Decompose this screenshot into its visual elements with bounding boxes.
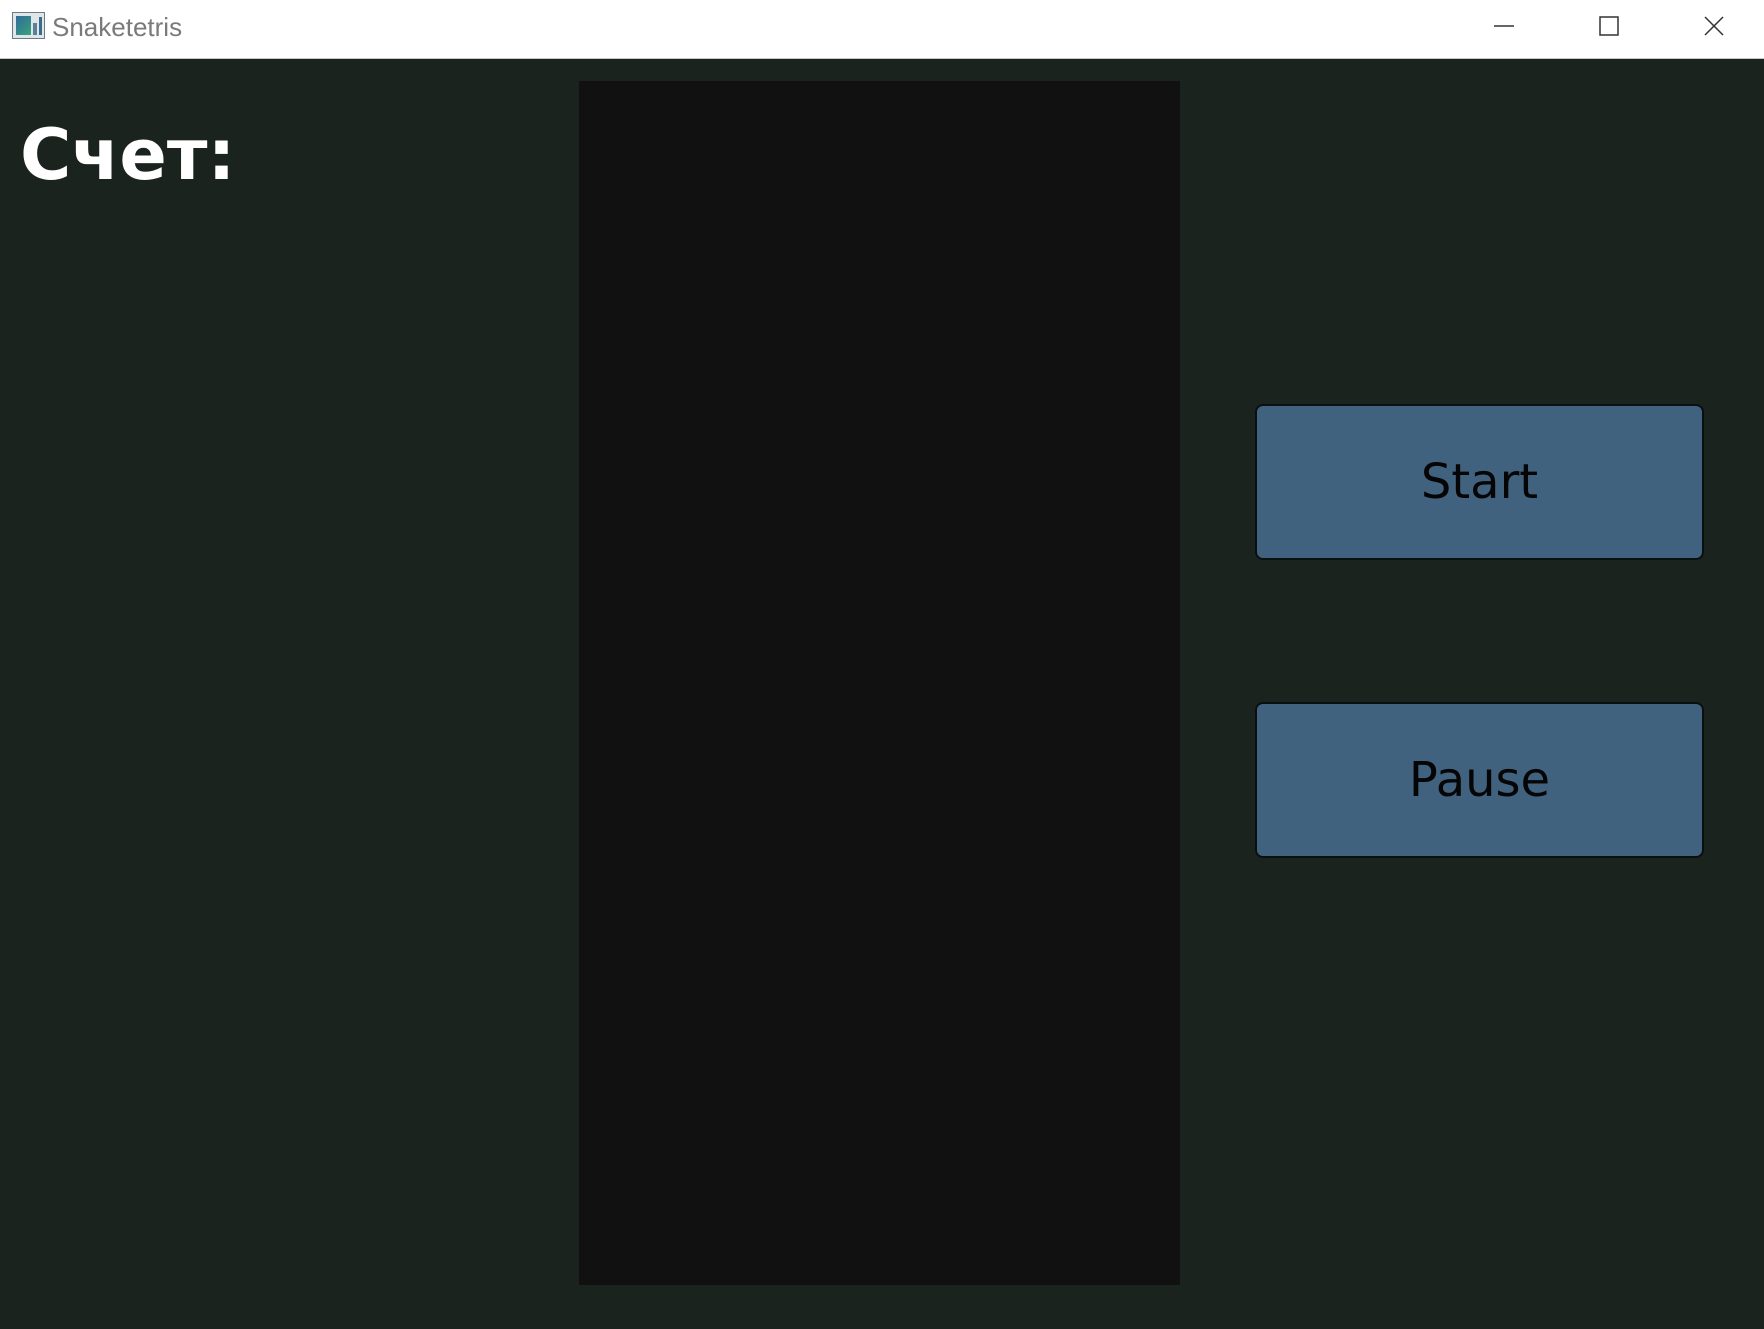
app-icon <box>12 12 45 39</box>
title-bar[interactable]: Snaketetris <box>0 0 1764 59</box>
app-window: Snaketetris Счет: Start Pause <box>0 0 1764 1329</box>
game-board[interactable] <box>579 81 1180 1285</box>
maximize-icon <box>1599 16 1619 36</box>
pause-button[interactable]: Pause <box>1255 702 1704 858</box>
minimize-icon <box>1494 25 1514 27</box>
score-label: Счет: <box>20 114 236 196</box>
close-icon <box>1704 16 1724 36</box>
close-button[interactable] <box>1664 0 1764 52</box>
minimize-button[interactable] <box>1454 0 1554 52</box>
start-button[interactable]: Start <box>1255 404 1704 560</box>
maximize-button[interactable] <box>1559 0 1659 52</box>
window-title: Snaketetris <box>52 12 183 42</box>
